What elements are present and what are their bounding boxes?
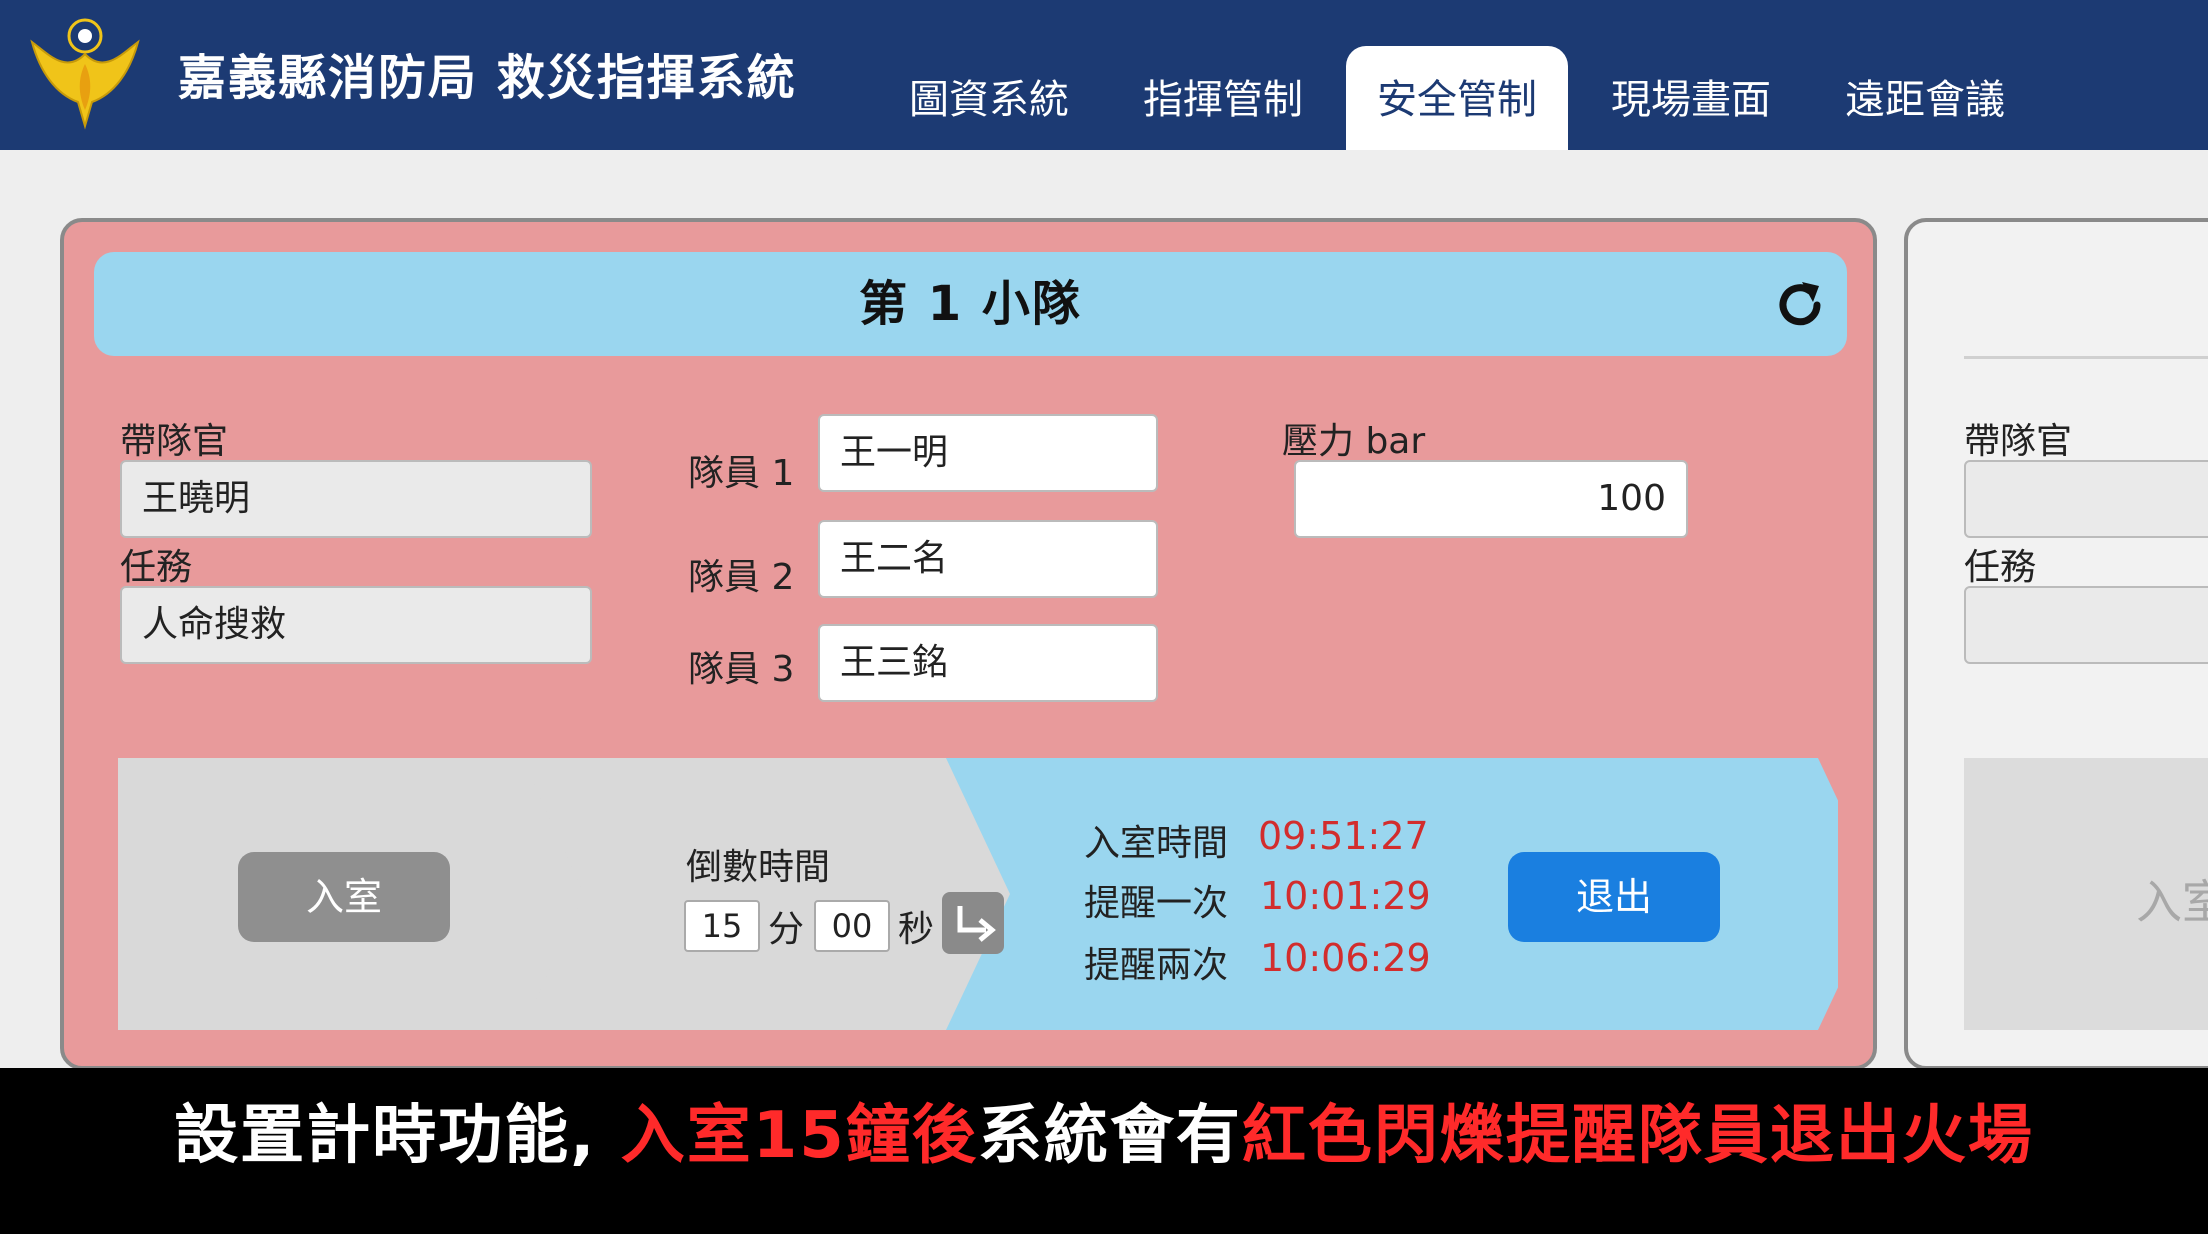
exit-button[interactable]: 退出	[1508, 852, 1720, 942]
squad-2-enter-button[interactable]: 入室	[2136, 866, 2208, 932]
member-2-field[interactable]: 王二名	[818, 520, 1158, 598]
caption-text: 設置計時功能, 入室15鐘後系統會有紅色閃爍提醒隊員退出火場	[0, 1068, 2208, 1204]
member-3-field[interactable]: 王三銘	[818, 624, 1158, 702]
squad-panel-2: 帶隊官 任務 入室	[1904, 218, 2208, 1070]
apply-timer-button[interactable]	[942, 892, 1004, 954]
member-1-label: 隊員 1	[688, 453, 795, 494]
entry-time-label: 入室時間	[1084, 823, 1229, 864]
tab-scene-view[interactable]: 現場畫面	[1580, 46, 1802, 150]
squad-2-leader-label: 帶隊官	[1964, 421, 2073, 462]
second-unit: 秒	[898, 909, 935, 950]
tab-safety-control[interactable]: 安全管制	[1346, 46, 1568, 150]
enter-room-button[interactable]: 入室	[238, 852, 450, 942]
countdown-seconds-input[interactable]: 00	[814, 900, 890, 952]
reminder-2-time: 10:06:29	[1260, 936, 1431, 980]
reminder-1-label: 提醒一次	[1084, 883, 1229, 924]
tab-remote-meeting[interactable]: 遠距會議	[1814, 46, 2036, 150]
top-header: 嘉義縣消防局 救災指揮系統 圖資系統 指揮管制 安全管制 現場畫面 遠距會議	[0, 0, 2208, 150]
member-1-field[interactable]: 王一明	[818, 414, 1158, 492]
squad-title: 第 1 小隊	[859, 276, 1082, 332]
return-arrow-icon	[957, 906, 996, 942]
leader-label: 帶隊官	[120, 421, 229, 462]
reminder-2-label: 提醒兩次	[1084, 945, 1229, 986]
pressure-label: 壓力 bar	[1282, 421, 1426, 462]
caption-part-3: 系統會有	[977, 1099, 1242, 1173]
member-2-label: 隊員 2	[688, 557, 795, 598]
reminder-1-time: 10:01:29	[1260, 874, 1431, 918]
tab-map-system[interactable]: 圖資系統	[878, 46, 1100, 150]
refresh-icon[interactable]	[1771, 276, 1829, 334]
caption-part-4: 紅色閃爍提醒隊員退出火場	[1241, 1099, 2034, 1173]
pressure-field[interactable]: 100	[1294, 460, 1688, 538]
fire-department-logo-icon	[30, 18, 140, 130]
member-3-label: 隊員 3	[688, 649, 795, 690]
squad-header: 第 1 小隊	[94, 252, 1847, 356]
squad-2-task-field[interactable]	[1964, 586, 2208, 664]
tab-command-control[interactable]: 指揮管制	[1112, 46, 1334, 150]
squad-2-leader-field[interactable]	[1964, 460, 2208, 538]
entry-time-value: 09:51:27	[1258, 814, 1429, 858]
countdown-label: 倒數時間	[686, 847, 831, 888]
squad-2-task-label: 任務	[1964, 547, 2037, 588]
task-field[interactable]: 人命搜救	[120, 586, 592, 664]
caption-bar: 設置計時功能, 入室15鐘後系統會有紅色閃爍提醒隊員退出火場	[0, 1068, 2208, 1234]
minute-unit: 分	[768, 909, 805, 950]
squad-2-header-divider	[1964, 356, 2208, 359]
entry-flow-strip: 入室 倒數時間 15 分 00 秒 入室時間 09:51:27 提醒一次 10:…	[118, 758, 1838, 1030]
task-label: 任務	[120, 547, 193, 588]
leader-field[interactable]: 王曉明	[120, 460, 592, 538]
squad-2-flow-strip: 入室	[1964, 758, 2208, 1030]
countdown-minutes-input[interactable]: 15	[684, 900, 760, 952]
app-title: 嘉義縣消防局 救災指揮系統	[178, 50, 797, 106]
squad-panel: 第 1 小隊 帶隊官 王曉明 任務 人命搜救 隊員 1 王一明 隊員 2 王二名…	[60, 218, 1877, 1070]
caption-part-2: 入室15鐘後	[620, 1099, 978, 1173]
caption-part-1: 設置計時功能,	[174, 1099, 621, 1173]
